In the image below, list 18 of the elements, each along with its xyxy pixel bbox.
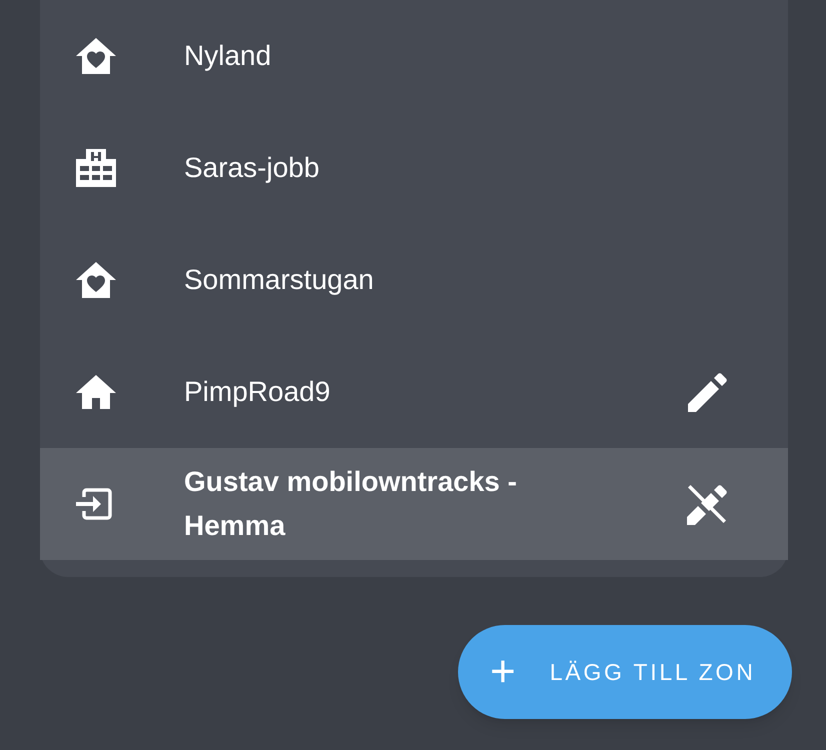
pencil-off-icon[interactable] (686, 483, 728, 525)
house-heart-icon (76, 262, 116, 298)
zone-name: Gustav mobilowntracks - Hemma (184, 465, 518, 543)
house-heart-icon (76, 38, 116, 74)
sign-in-icon (76, 488, 112, 520)
house-icon (76, 375, 116, 409)
building-icon (76, 149, 116, 187)
zone-row[interactable]: Gustav mobilowntracks - Hemma (40, 448, 788, 560)
zone-name: Sommarstugan (184, 263, 375, 297)
zone-row[interactable]: Sommarstugan (40, 224, 788, 336)
zone-row[interactable]: Saras-jobb (40, 112, 788, 224)
zone-row[interactable]: PimpRoad9 (40, 336, 788, 448)
zone-name: PimpRoad9 (184, 375, 332, 409)
zone-name: Nyland (184, 39, 272, 73)
zone-name: Saras-jobb (184, 151, 320, 185)
pencil-icon[interactable] (688, 372, 728, 412)
zone-row[interactable]: Nyland (40, 0, 788, 112)
plus-icon: + (490, 650, 516, 694)
